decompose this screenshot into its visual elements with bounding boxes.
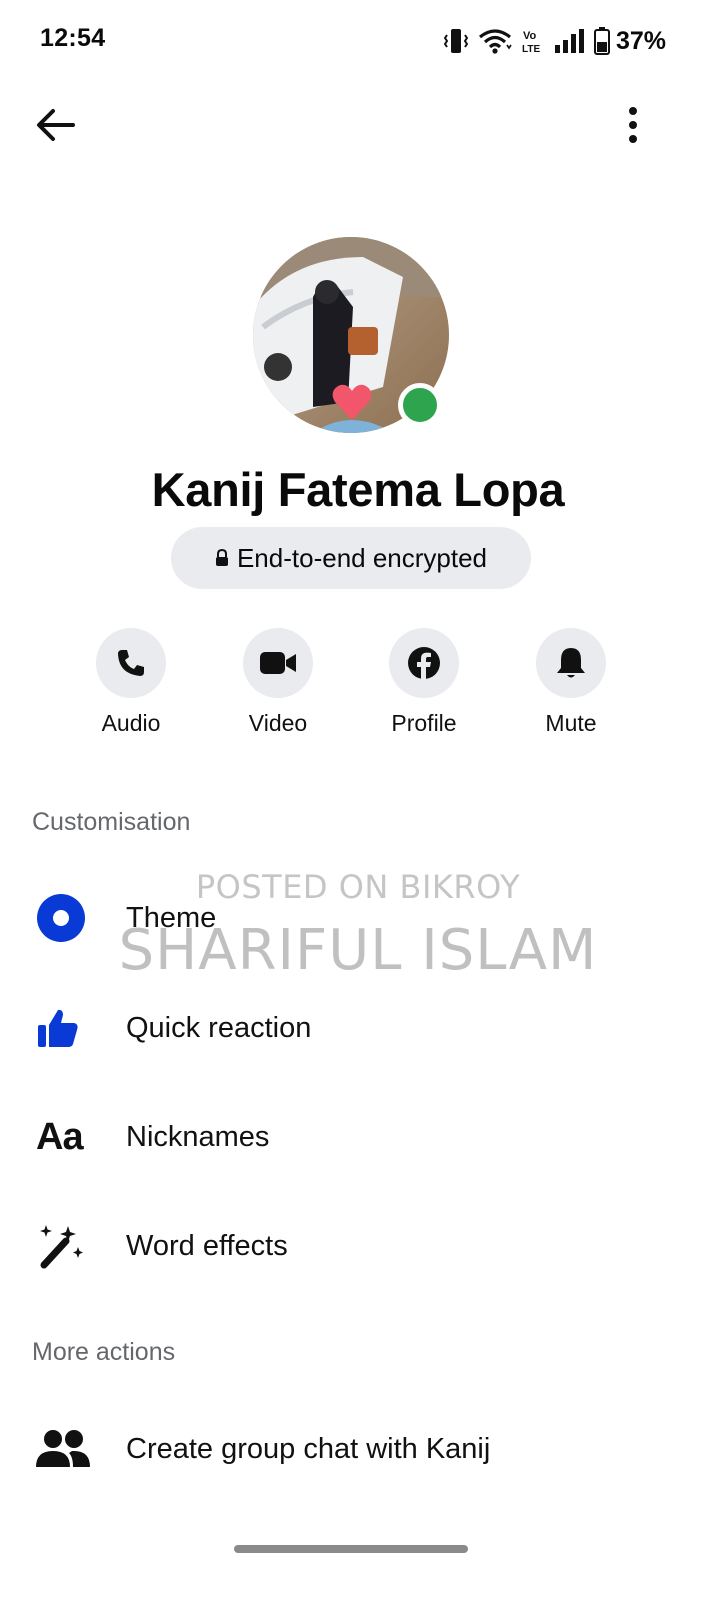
phone-icon bbox=[118, 650, 144, 676]
word-effects-icon bbox=[0, 1223, 126, 1269]
profile-label: Profile bbox=[391, 710, 457, 736]
more-options-button[interactable] bbox=[608, 100, 658, 150]
create-group-label: Create group chat with Kanij bbox=[126, 1432, 491, 1465]
more-actions-heading: More actions bbox=[32, 1338, 176, 1366]
audio-button-circle[interactable] bbox=[96, 628, 166, 698]
home-indicator[interactable] bbox=[234, 1545, 468, 1553]
video-call-button[interactable]: Video bbox=[208, 628, 348, 737]
mute-button[interactable]: Mute bbox=[501, 628, 641, 737]
facebook-icon bbox=[408, 647, 440, 679]
status-icons: Vo LTE 37% bbox=[443, 24, 666, 58]
video-camera-icon bbox=[260, 652, 296, 674]
back-button[interactable] bbox=[30, 100, 80, 150]
svg-text:Vo: Vo bbox=[523, 30, 537, 42]
profile-button-circle[interactable] bbox=[389, 628, 459, 698]
nicknames-label: Nicknames bbox=[126, 1120, 270, 1153]
watermark-line-1: POSTED ON BIKROY bbox=[195, 868, 521, 906]
nicknames-icon: Aa bbox=[36, 1115, 84, 1158]
audio-call-button[interactable]: Audio bbox=[61, 628, 201, 737]
volte-icon: Vo LTE bbox=[522, 28, 544, 54]
wifi-icon bbox=[478, 28, 512, 54]
nicknames-row[interactable]: Aa Nicknames bbox=[0, 1092, 716, 1182]
profile-button[interactable]: Profile bbox=[354, 628, 494, 737]
word-effects-label: Word effects bbox=[126, 1229, 288, 1262]
mute-button-circle[interactable] bbox=[536, 628, 606, 698]
create-group-row[interactable]: Create group chat with Kanij bbox=[0, 1404, 716, 1494]
encryption-label: End-to-end encrypted bbox=[236, 542, 488, 573]
battery-icon bbox=[593, 27, 610, 55]
battery-percent: 37% bbox=[615, 26, 666, 55]
svg-text:LTE: LTE bbox=[522, 44, 540, 54]
mute-label: Mute bbox=[545, 710, 597, 736]
audio-label: Audio bbox=[101, 710, 161, 736]
customisation-heading: Customisation bbox=[32, 808, 191, 836]
vibrate-icon bbox=[443, 27, 468, 55]
signal-icon bbox=[554, 28, 584, 54]
watermark-line-2: SHARIFUL ISLAM bbox=[118, 918, 598, 983]
quick-reaction-row[interactable]: Quick reaction bbox=[0, 983, 716, 1073]
online-status-indicator bbox=[398, 383, 442, 427]
word-effects-row[interactable]: Word effects bbox=[0, 1201, 716, 1291]
bell-icon bbox=[557, 648, 585, 678]
status-time: 12:54 bbox=[40, 24, 106, 52]
group-icon bbox=[0, 1429, 126, 1469]
heart-reaction-icon bbox=[332, 384, 372, 420]
video-label: Video bbox=[248, 710, 308, 736]
thumbs-up-icon bbox=[0, 1006, 126, 1050]
video-button-circle[interactable] bbox=[243, 628, 313, 698]
back-arrow-icon bbox=[37, 109, 75, 141]
lock-icon bbox=[215, 549, 228, 566]
quick-reaction-label: Quick reaction bbox=[126, 1011, 312, 1044]
encryption-badge[interactable]: End-to-end encrypted bbox=[171, 527, 531, 589]
more-vertical-icon bbox=[629, 107, 637, 143]
contact-name: Kanij Fatema Lopa bbox=[151, 463, 565, 516]
